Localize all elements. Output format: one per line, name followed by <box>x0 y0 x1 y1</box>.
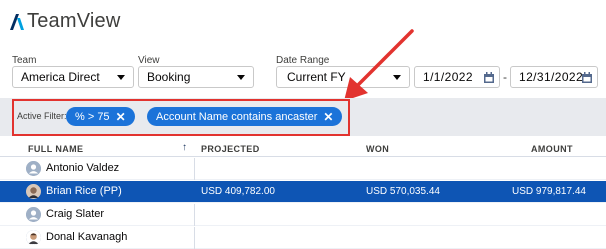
name-cell[interactable]: Antonio Valdez <box>0 158 195 180</box>
table-row[interactable]: Antonio Valdez <box>0 158 606 180</box>
column-header-won[interactable]: WON <box>366 144 389 154</box>
table-row-selected[interactable]: Brian Rice (PP) USD 409,782.00 USD 570,0… <box>0 181 606 203</box>
projected-cell: USD 409,782.00 <box>201 186 275 197</box>
view-select-value: Booking <box>147 70 191 84</box>
start-date-input[interactable]: 1/1/2022 <box>414 66 500 88</box>
app-header: TeamView <box>10 8 121 34</box>
end-date-value: 12/31/2022 <box>519 70 584 84</box>
table-row[interactable]: Craig Slater <box>0 204 606 226</box>
app-title: TeamView <box>27 9 121 32</box>
row-name: Brian Rice (PP) <box>46 185 122 197</box>
row-name: Craig Slater <box>46 208 105 220</box>
annotation-arrow-icon <box>344 29 414 101</box>
name-cell[interactable]: Donal Kavanagh <box>0 227 195 249</box>
avatar-icon <box>26 161 41 176</box>
active-filter-label: Active Filter: <box>17 111 67 121</box>
row-name: Antonio Valdez <box>46 162 120 174</box>
table-header: FULL NAME ↑ PROJECTED WON AMOUNT <box>0 140 606 157</box>
avatar-icon <box>26 207 41 222</box>
filter-pill-account-name[interactable]: Account Name contains ancaster ✕ <box>147 107 343 126</box>
end-date-input[interactable]: 12/31/2022 <box>510 66 598 88</box>
filter-controls: Team America Direct View Booking Date Ra… <box>0 55 606 95</box>
team-select[interactable]: America Direct <box>12 66 134 88</box>
filter-pill-percent[interactable]: % > 75 ✕ <box>66 107 135 126</box>
date-separator: - <box>503 70 507 84</box>
won-cell: USD 570,035.44 <box>366 186 440 197</box>
filter-pill-label: % > 75 <box>75 110 110 123</box>
view-select[interactable]: Booking <box>138 66 254 88</box>
calendar-icon[interactable] <box>484 72 494 83</box>
filter-pill-label: Account Name contains ancaster <box>156 110 318 123</box>
table-row[interactable]: Donal Kavanagh <box>0 227 606 249</box>
team-label: Team <box>12 55 37 66</box>
close-icon[interactable]: ✕ <box>116 110 126 124</box>
column-header-amount[interactable]: AMOUNT <box>531 144 573 154</box>
sort-ascending-icon[interactable]: ↑ <box>182 142 187 153</box>
amount-cell: USD 979,817.44 <box>512 186 586 197</box>
chevron-down-icon <box>237 75 245 80</box>
calendar-icon[interactable] <box>582 72 592 83</box>
view-label: View <box>138 55 160 66</box>
name-cell[interactable]: Craig Slater <box>0 204 195 226</box>
date-range-value: Current FY <box>287 70 346 84</box>
column-header-full-name[interactable]: FULL NAME <box>28 144 83 154</box>
chevron-down-icon <box>117 75 125 80</box>
column-header-projected[interactable]: PROJECTED <box>201 144 260 154</box>
row-name: Donal Kavanagh <box>46 231 128 243</box>
avatar-photo-icon <box>26 230 41 245</box>
close-icon[interactable]: ✕ <box>323 110 333 124</box>
team-select-value: America Direct <box>21 70 100 84</box>
date-range-label: Date Range <box>276 55 330 66</box>
avatar-photo-icon <box>26 184 41 199</box>
name-cell[interactable]: Brian Rice (PP) <box>0 181 195 203</box>
start-date-value: 1/1/2022 <box>423 70 473 84</box>
teamview-logo-icon <box>10 14 24 30</box>
